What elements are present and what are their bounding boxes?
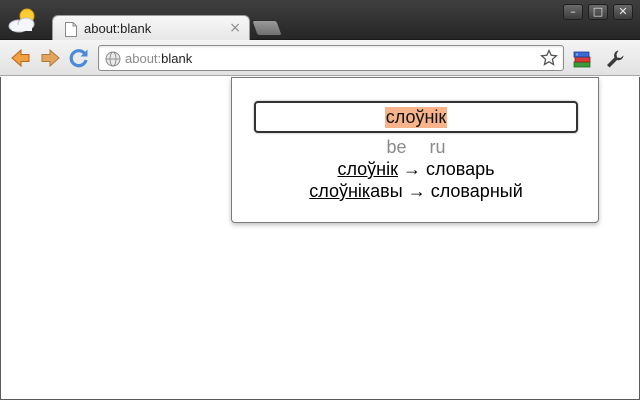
result-item[interactable]: слоўнік → словарь bbox=[232, 158, 600, 180]
result-rest: авы bbox=[370, 181, 403, 201]
forward-arrow-icon[interactable] bbox=[38, 46, 62, 70]
wrench-icon[interactable] bbox=[604, 48, 626, 70]
word-input[interactable]: слоўнік bbox=[254, 101, 578, 133]
minimize-button[interactable]: – bbox=[563, 4, 583, 20]
globe-icon bbox=[105, 51, 121, 67]
language-pair: be ru bbox=[232, 137, 600, 158]
maximize-button[interactable]: □ bbox=[588, 4, 608, 20]
reload-icon[interactable] bbox=[67, 46, 91, 70]
toolbar: about:blank bbox=[0, 40, 640, 76]
result-match: слоўнік bbox=[309, 181, 371, 201]
tab-title: about:blank bbox=[84, 21, 152, 36]
result-translation: словарный bbox=[430, 181, 523, 201]
tab-about-blank[interactable]: about:blank × bbox=[52, 15, 250, 41]
close-window-button[interactable]: ✕ bbox=[613, 4, 633, 20]
translation-results: слоўнік → словарь слоўнікавы → словарный bbox=[232, 158, 600, 202]
address-bar[interactable]: about:blank bbox=[98, 45, 564, 71]
books-icon[interactable] bbox=[571, 48, 593, 70]
star-icon[interactable] bbox=[540, 49, 558, 67]
tab-close-button[interactable]: × bbox=[229, 20, 241, 36]
result-match: слоўнік bbox=[337, 159, 398, 179]
url-scheme: about: bbox=[125, 51, 162, 66]
back-arrow-icon[interactable] bbox=[9, 46, 33, 70]
result-item[interactable]: слоўнікавы → словарный bbox=[232, 180, 600, 202]
lang-to[interactable]: ru bbox=[421, 137, 455, 158]
tab-strip: about:blank × – □ ✕ bbox=[0, 0, 640, 41]
browser-window: about:blank × – □ ✕ about:blank слоўнік … bbox=[0, 0, 640, 400]
result-translation: словарь bbox=[426, 159, 495, 179]
page-icon bbox=[65, 22, 77, 37]
word-input-value: слоўнік bbox=[384, 107, 448, 128]
url-text[interactable]: about:blank bbox=[125, 51, 192, 66]
result-arrow: → bbox=[403, 159, 422, 179]
result-arrow: → bbox=[407, 181, 426, 201]
new-tab-button[interactable] bbox=[251, 20, 283, 36]
url-host: blank bbox=[161, 51, 193, 66]
dictionary-popup: слоўнік be ru слоўнік → словарь слоўніка… bbox=[231, 77, 599, 223]
weather-cloud-sun-icon[interactable] bbox=[6, 6, 40, 36]
lang-from[interactable]: be bbox=[377, 137, 415, 158]
